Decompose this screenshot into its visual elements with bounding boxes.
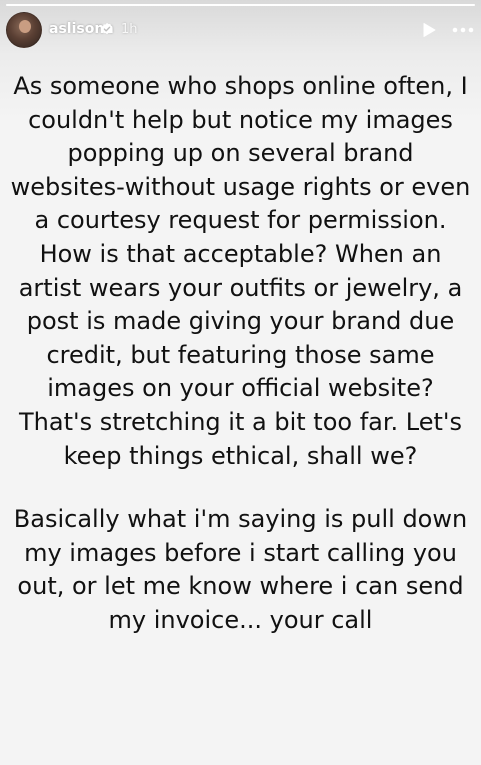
play-icon[interactable] [421,22,437,38]
story-view[interactable]: aslisona 1h As someone who shops online … [0,0,481,765]
more-icon[interactable] [451,22,475,38]
story-progress-fill [6,4,475,6]
story-paragraph-2: That's stretching it a bit too far. Let'… [19,407,462,470]
post-time: 1h [121,22,138,37]
story-header: aslisona 1h [0,10,481,52]
story-paragraph-1: As someone who shops online often, I cou… [10,72,471,403]
verified-badge-icon [101,22,113,35]
story-text: As someone who shops online often, I cou… [10,70,471,638]
story-paragraph-3: Basically what i'm saying is pull down m… [13,505,468,634]
avatar[interactable] [6,12,42,48]
story-progress-bar [6,4,475,6]
